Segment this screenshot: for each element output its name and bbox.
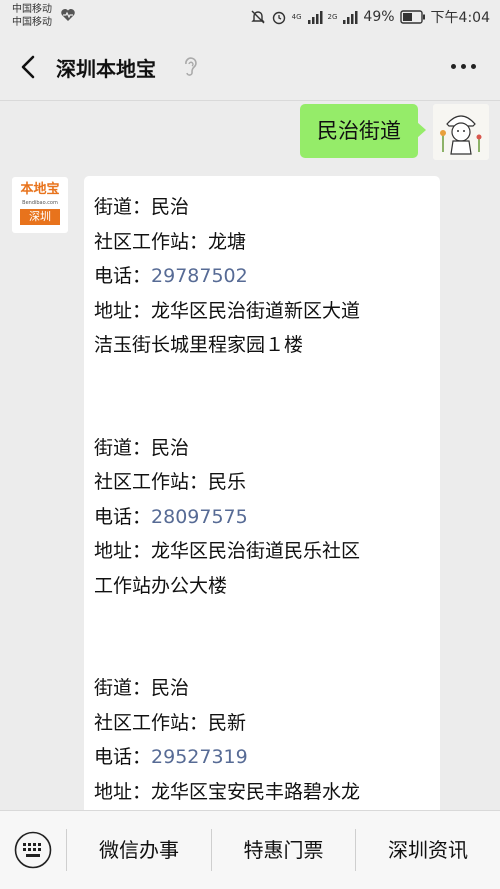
chat-header: 深圳本地宝	[0, 34, 500, 101]
cartoon-girl-avatar-icon	[433, 104, 489, 160]
phone-line: 电话：29527319	[94, 746, 248, 768]
station-line: 社区工作站：龙塘	[94, 230, 247, 253]
page-title: 深圳本地宝	[56, 57, 156, 81]
menu-item-discount-tickets[interactable]: 特惠门票	[212, 811, 355, 889]
address-line-2: 洁玉街长城里程家园１楼	[94, 334, 304, 356]
street-line: 街道：民治	[94, 196, 190, 218]
network-2-label: 2G	[327, 13, 338, 21]
community-entry: 街道：民治 社区工作站：民乐 电话：28097575 地址：龙华区民治街道民乐社…	[94, 431, 430, 604]
back-icon[interactable]	[18, 54, 40, 80]
health-heart-icon	[61, 9, 75, 21]
community-entry: 街道：民治 社区工作站：龙塘 电话：29787502 地址：龙华区民治街道新区大…	[94, 190, 430, 363]
carrier-1: 中国移动	[12, 4, 52, 15]
bot-message-bubble: 街道：民治 社区工作站：龙塘 电话：29787502 地址：龙华区民治街道新区大…	[84, 176, 440, 836]
address-line-2: 工作站办公大楼	[94, 574, 228, 597]
bot-avatar-city: 深圳	[20, 209, 60, 225]
battery-icon	[399, 10, 425, 24]
bot-message-content: 街道：民治 社区工作站：龙塘 电话：29787502 地址：龙华区民治街道新区大…	[84, 176, 440, 836]
more-icon[interactable]	[451, 64, 476, 69]
mute-icon	[250, 10, 265, 24]
phone-link[interactable]: 29787502	[151, 265, 248, 287]
bot-avatar-site: Bendibao.com	[22, 200, 58, 206]
clock-time: 下午4:04	[430, 10, 490, 26]
carrier-info: 中国移动 中国移动	[12, 3, 52, 29]
station-line: 社区工作站：民乐	[94, 471, 247, 493]
bottom-menu: 微信办事 特惠门票 深圳资讯	[0, 810, 500, 889]
phone-line: 电话：28097575	[94, 505, 248, 528]
status-bar: 中国移动 中国移动 4G 2G 49% 下午4:04	[0, 0, 500, 34]
street-line: 街道：民治	[94, 677, 190, 699]
bot-avatar-logo-text: 本地宝	[20, 182, 60, 197]
menu-item-wechat-services[interactable]: 微信办事	[67, 811, 211, 889]
station-line: 社区工作站：民新	[94, 711, 247, 734]
user-message-text: 民治街道	[317, 119, 401, 143]
address-line-1: 地址：龙华区民治街道新区大道	[94, 299, 361, 322]
user-avatar[interactable]	[433, 104, 489, 160]
address-line-1: 地址：龙华区民治街道民乐社区	[94, 540, 361, 562]
carrier-2: 中国移动	[12, 17, 52, 28]
battery-percent: 49%	[363, 9, 395, 25]
address-line-1: 地址：龙华区宝安民丰路碧水龙	[94, 780, 361, 803]
signal-icon	[307, 11, 323, 24]
phone-link[interactable]: 29527319	[151, 746, 248, 768]
network-1-label: 4G	[291, 12, 302, 21]
phone-line: 电话：29787502	[94, 265, 248, 287]
bot-avatar[interactable]: 本地宝 Bendibao.com 深圳	[12, 177, 68, 233]
street-line: 街道：民治	[94, 436, 190, 459]
alarm-icon	[272, 11, 285, 25]
signal-2-icon	[343, 11, 358, 24]
menu-item-shenzhen-news[interactable]: 深圳资讯	[356, 811, 500, 889]
keyboard-icon[interactable]	[14, 831, 52, 869]
ear-icon	[185, 57, 197, 76]
status-icons: 4G 2G 49% 下午4:04	[250, 7, 490, 27]
user-message-bubble[interactable]: 民治街道	[300, 104, 426, 158]
phone-link[interactable]: 28097575	[151, 506, 248, 528]
